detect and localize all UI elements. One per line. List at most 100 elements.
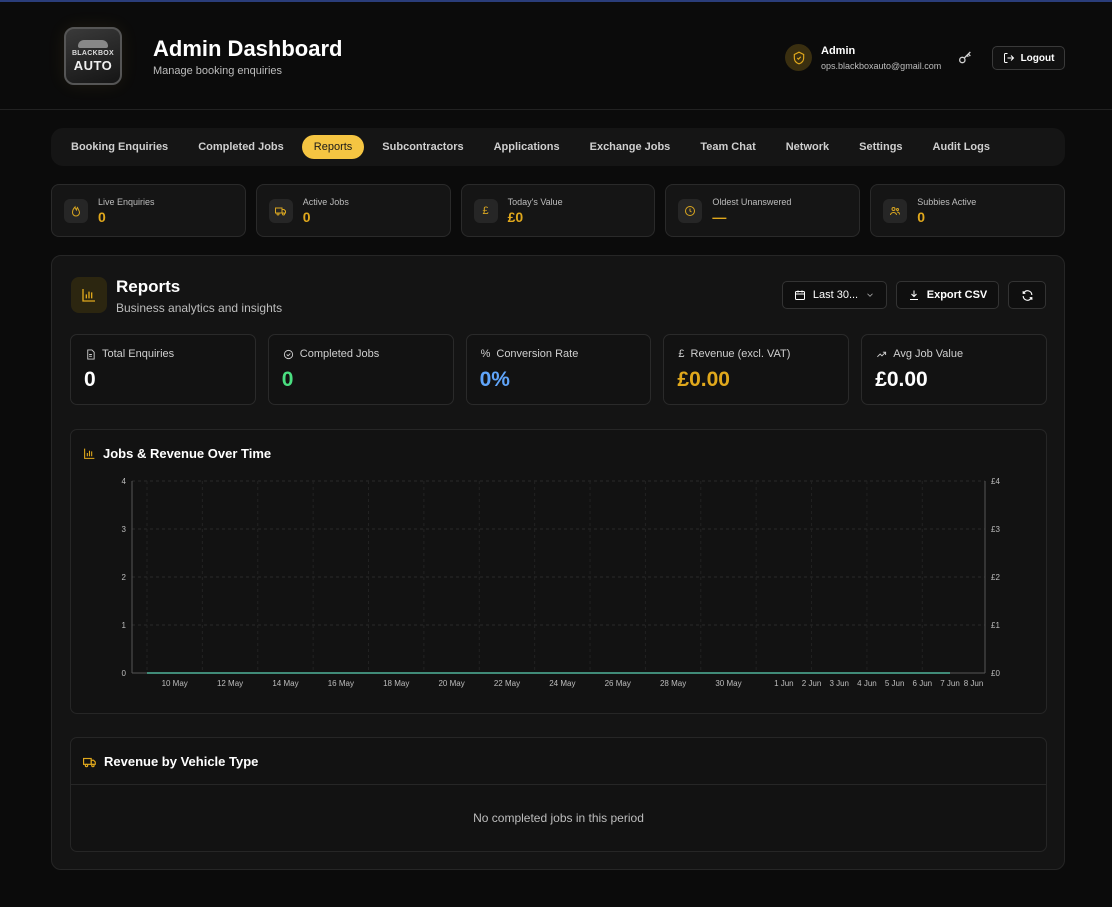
export-csv-button[interactable]: Export CSV: [896, 281, 999, 309]
x-tick-label: 7 Jun: [940, 679, 960, 688]
y-left-tick-label: 2: [122, 573, 127, 582]
document-icon: [87, 348, 95, 360]
stat-value: —: [712, 209, 727, 225]
kpi-cards: Total Enquiries 0 Completed Jobs 0 % Con…: [70, 334, 1047, 405]
x-tick-label: 1 Jun: [774, 679, 794, 688]
tab-applications[interactable]: Applications: [482, 135, 572, 159]
x-tick-label: 18 May: [383, 679, 409, 688]
stat-value: £0: [507, 209, 524, 225]
logout-icon: [1003, 53, 1014, 63]
logo-text-top: BLACKBOX: [71, 49, 115, 57]
header: BLACKBOX AUTO Admin Dashboard Manage boo…: [0, 2, 1112, 110]
stat-value: 0: [302, 209, 311, 225]
x-tick-label: 4 Jun: [857, 679, 877, 688]
logo-text-bottom: AUTO: [73, 57, 113, 73]
x-tick-label: 10 May: [162, 679, 188, 688]
x-tick-label: 28 May: [660, 679, 686, 688]
reports-subtitle: Business analytics and insights: [116, 301, 283, 315]
vehicle-title-row: Revenue by Vehicle Type: [83, 754, 258, 769]
revenue-by-vehicle-card: Revenue by Vehicle Type No completed job…: [70, 737, 1047, 852]
tab-subcontractors[interactable]: Subcontractors: [370, 135, 475, 159]
y-left-tick-label: 4: [122, 477, 127, 486]
x-tick-label: 26 May: [605, 679, 631, 688]
stat-label: Live Enquiries: [98, 197, 155, 207]
date-range-value: Last 30...: [812, 289, 859, 301]
kpi-label-row: Total Enquiries: [85, 348, 174, 360]
x-tick-label: 6 Jun: [913, 679, 933, 688]
page-title: Admin Dashboard: [153, 36, 343, 61]
kpi-value: £0.00: [875, 368, 928, 391]
stat-active-jobs: Active Jobs 0: [255, 184, 451, 237]
stat-todays-value: £ Today's Value £0: [460, 184, 656, 237]
chevron-down-icon: [867, 293, 873, 297]
trending-up-icon: [877, 351, 887, 357]
download-icon: [909, 290, 918, 300]
user-name: Admin: [821, 45, 856, 57]
truck-icon: [268, 199, 293, 223]
kpi-value: 0: [84, 368, 96, 391]
shield-icon: [785, 44, 812, 71]
refresh-button[interactable]: [1008, 281, 1046, 309]
stat-label: Oldest Unanswered: [712, 197, 792, 207]
y-right-tick-label: £3: [991, 525, 1000, 534]
stat-value: 0: [917, 209, 925, 225]
export-csv-label: Export CSV: [926, 289, 988, 301]
kpi-label-row: £ Revenue (excl. VAT): [678, 348, 790, 360]
main-nav: Booking Enquiries Completed Jobs Reports…: [51, 128, 1065, 166]
reports-title: Reports: [116, 277, 181, 296]
x-tick-label: 3 Jun: [829, 679, 849, 688]
x-tick-label: 12 May: [217, 679, 243, 688]
page-subtitle: Manage booking enquiries: [153, 65, 283, 77]
x-tick-label: 24 May: [549, 679, 575, 688]
tab-reports[interactable]: Reports: [301, 135, 365, 159]
logo-car-icon: [78, 39, 108, 48]
y-left-tick-label: 0: [122, 669, 127, 678]
percent-icon: %: [480, 348, 491, 360]
stat-label: Today's Value: [507, 197, 563, 207]
jobs-revenue-chart: 0 £0 1 £1 2 £2 3 £3 4 £4 10 May 12 May 14 May 16 May 1…: [122, 477, 1001, 688]
kpi-conversion-rate: % Conversion Rate 0%: [465, 334, 652, 405]
truck-icon: [83, 757, 96, 767]
clock-icon: [678, 199, 703, 223]
x-tick-label: 16 May: [328, 679, 354, 688]
kpi-value: 0%: [479, 368, 510, 391]
kpi-value: 0: [281, 368, 294, 391]
x-tick-label: 30 May: [715, 679, 741, 688]
kpi-label: Conversion Rate: [496, 348, 579, 360]
x-tick-label: 14 May: [272, 679, 298, 688]
y-right-tick-label: £1: [991, 621, 1000, 630]
kpi-label-row: % Conversion Rate: [481, 348, 579, 360]
user-email: ops.blackboxauto@gmail.com: [821, 61, 942, 71]
y-right-tick-label: £0: [991, 669, 1000, 678]
tab-completed-jobs[interactable]: Completed Jobs: [186, 135, 296, 159]
logout-button[interactable]: Logout: [992, 46, 1065, 70]
kpi-label: Total Enquiries: [102, 348, 175, 360]
x-tick-label: 20 May: [438, 679, 464, 688]
refresh-icon: [1022, 289, 1032, 301]
y-left-tick-label: 3: [122, 525, 127, 534]
flame-icon: [64, 199, 88, 223]
tab-settings[interactable]: Settings: [847, 135, 914, 159]
key-icon[interactable]: [957, 50, 973, 66]
tab-audit-logs[interactable]: Audit Logs: [921, 135, 1002, 159]
jobs-revenue-chart-card: Jobs & Revenue Over Time 0 £0 1 £1 2 £2 3 £3 4 £4…: [70, 429, 1047, 714]
stat-label: Subbies Active: [917, 197, 977, 207]
y-left-tick-label: 1: [122, 621, 127, 630]
vehicle-card-header: Revenue by Vehicle Type: [71, 738, 1046, 785]
date-range-select[interactable]: Last 30...: [782, 281, 887, 309]
empty-state-text: No completed jobs in this period: [473, 811, 644, 825]
tab-exchange-jobs[interactable]: Exchange Jobs: [578, 135, 683, 159]
x-tick-label: 2 Jun: [802, 679, 822, 688]
tab-team-chat[interactable]: Team Chat: [688, 135, 767, 159]
vehicle-title: Revenue by Vehicle Type: [104, 754, 259, 769]
stat-cards: Live Enquiries 0 Active Jobs 0 £ Today's…: [51, 184, 1065, 237]
x-tick-label: 8 Jun: [964, 679, 984, 688]
stat-value: 0: [98, 209, 106, 225]
stat-label: Active Jobs: [302, 197, 349, 207]
kpi-completed-jobs: Completed Jobs 0: [267, 334, 454, 405]
tab-booking-enquiries[interactable]: Booking Enquiries: [59, 135, 180, 159]
x-tick-label: 5 Jun: [885, 679, 905, 688]
tab-network[interactable]: Network: [774, 135, 841, 159]
kpi-value: £0.00: [677, 368, 730, 391]
kpi-label: Revenue (excl. VAT): [690, 348, 791, 360]
